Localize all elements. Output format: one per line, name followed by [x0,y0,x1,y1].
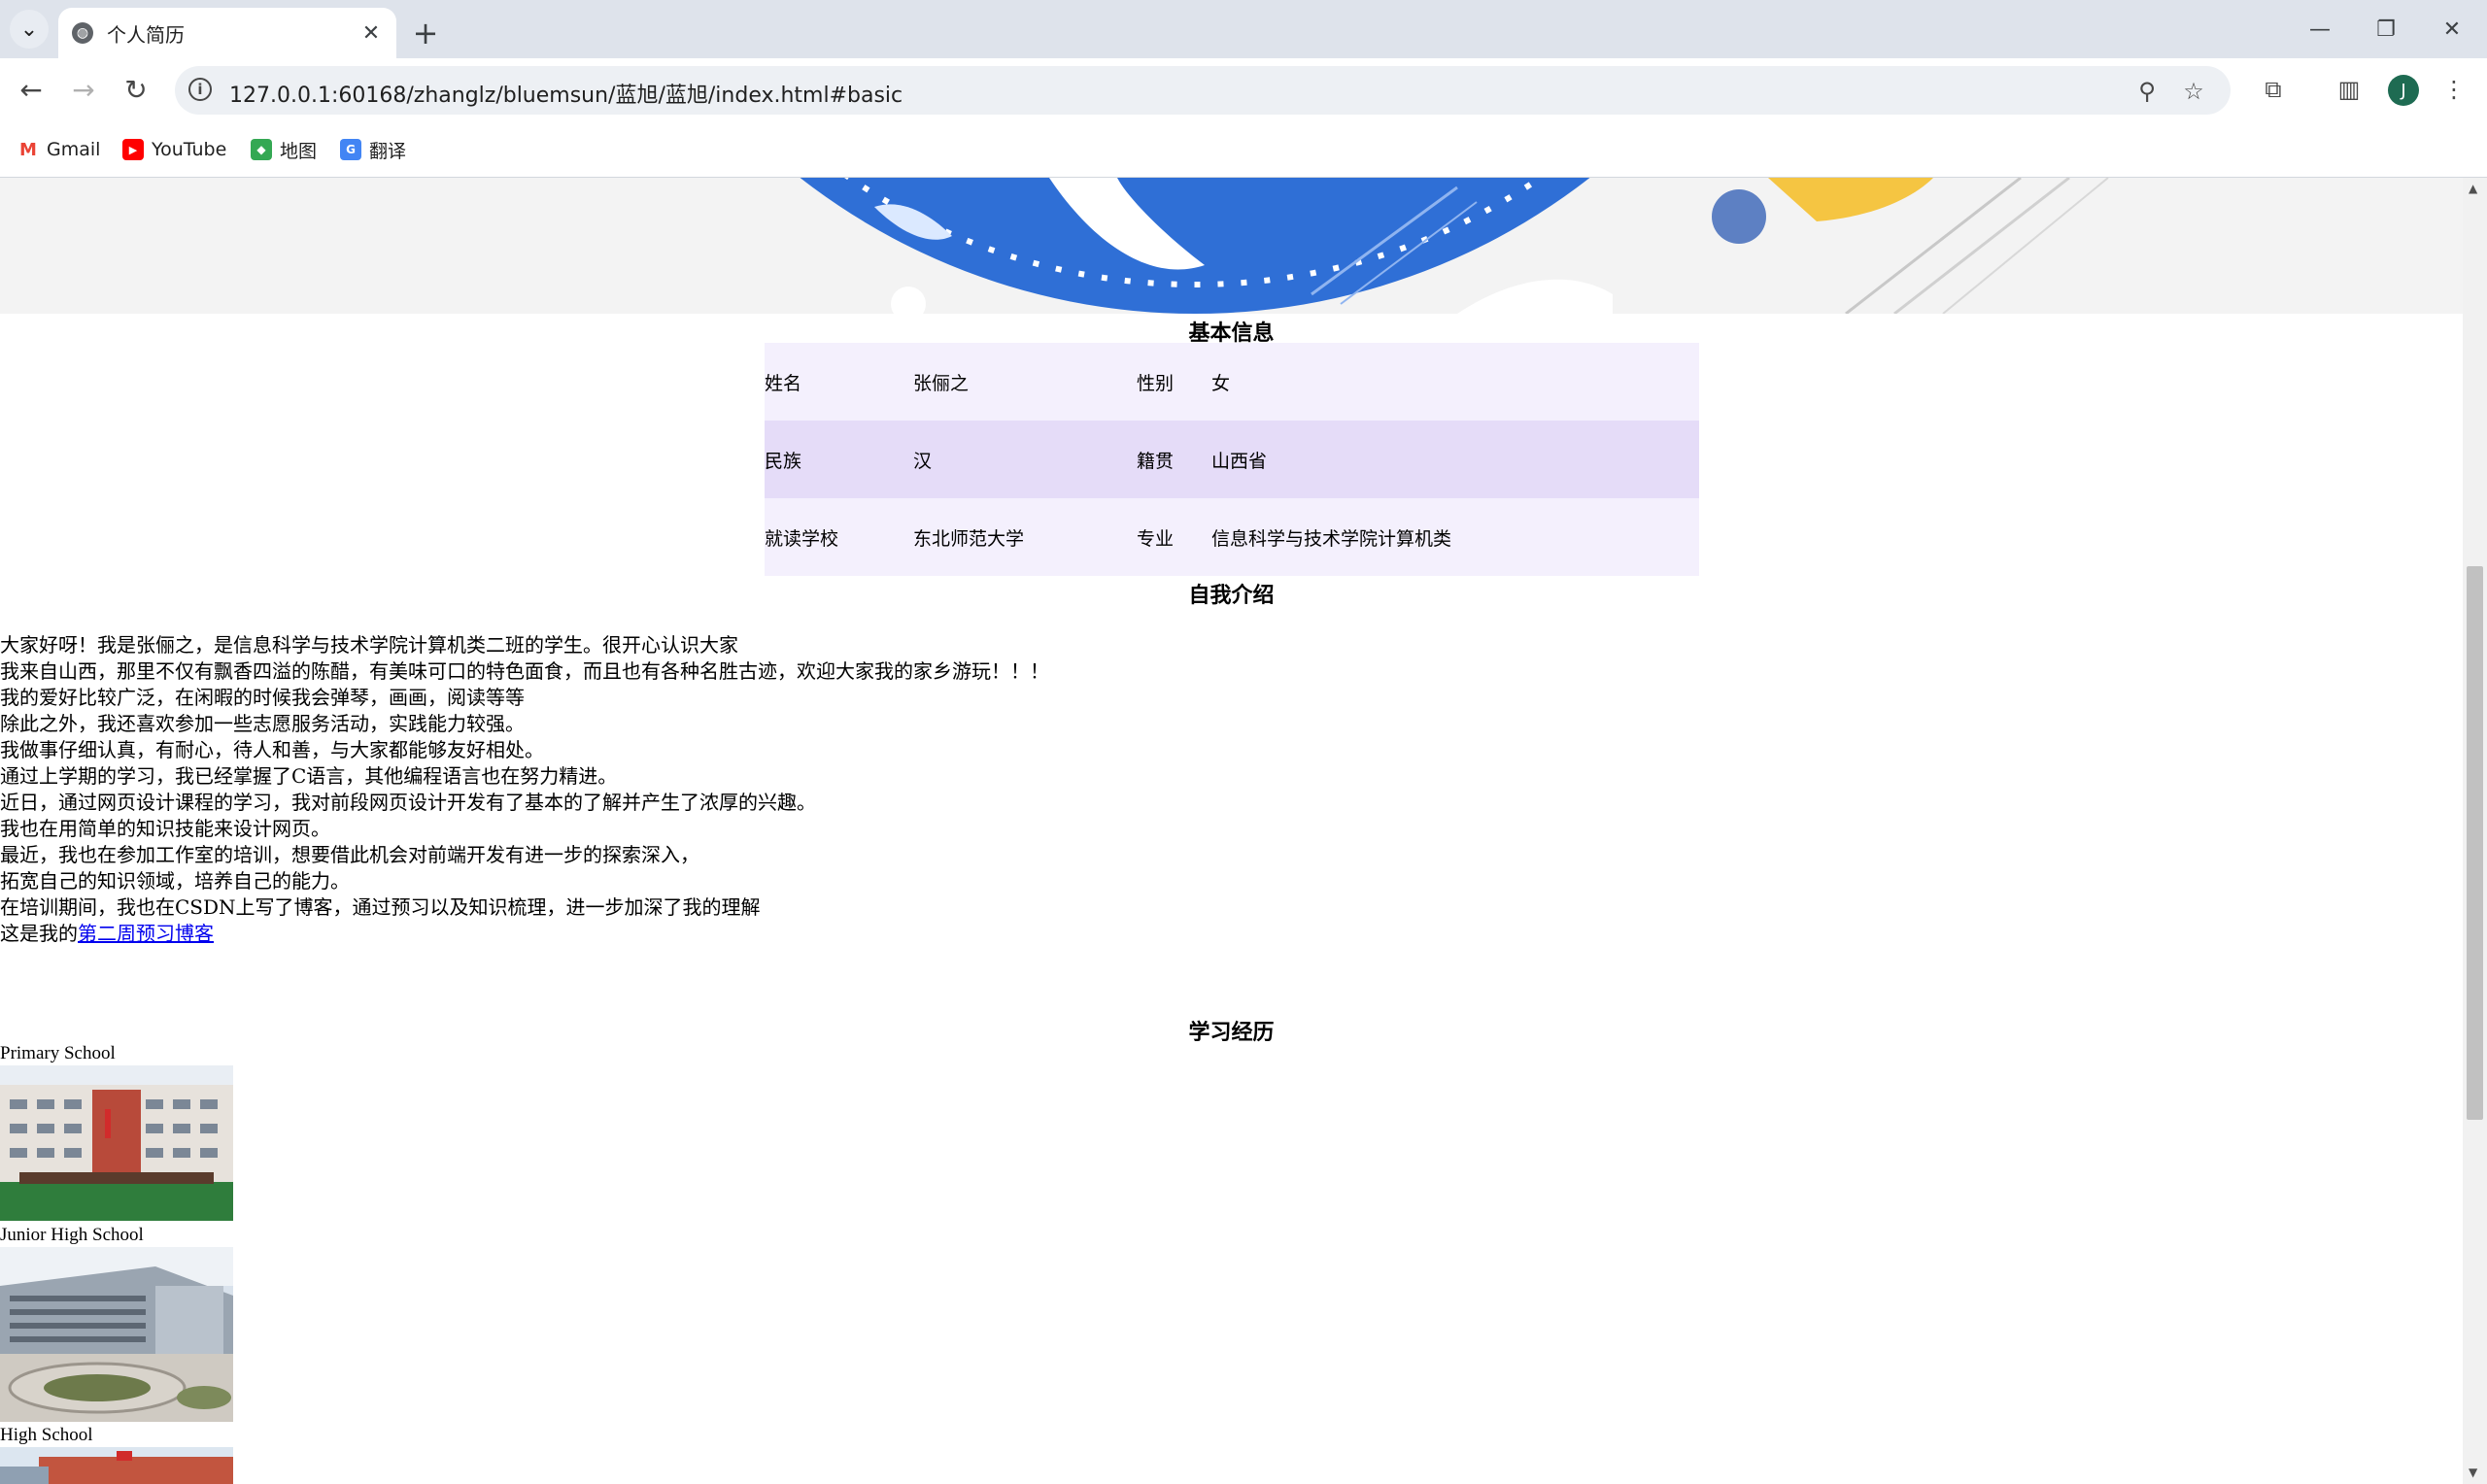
page-scrollbar[interactable]: ▲ ▼ [2463,178,2487,1484]
scrollbar-thumb[interactable] [2467,566,2483,1120]
intro-line: 除此之外，我还喜欢参加一些志愿服务活动，实践能力较强。 [0,712,525,735]
junior-high-school-photo [0,1247,233,1422]
intro-title: 自我介绍 [1188,583,1275,607]
bookmarks-bar: M Gmail ▶ YouTube ◆ 地图 G 翻译 [0,122,2487,178]
field-label: 专业 [1137,527,1175,550]
field-label: 姓名 [765,372,802,394]
youtube-icon: ▶ [122,139,144,160]
field-value: 张俪之 [913,372,970,394]
field-value: 汉 [913,450,933,472]
tab-strip: ⌄ ◍ 个人简历 ✕ + — ❐ ✕ [0,0,2487,58]
close-window-button[interactable]: ✕ [2419,0,2485,58]
zoom-icon[interactable]: ⚲ [2131,76,2163,107]
field-value: 女 [1211,372,1231,394]
school-label-junior-high: Junior High School [0,1225,144,1245]
intro-line: 最近，我也在参加工作室的培训，想要借此机会对前端开发有进一步的探索深入， [0,843,699,866]
bookmark-youtube[interactable]: ▶ YouTube [122,134,226,165]
intro-line: 通过上学期的学习，我已经掌握了C语言，其他编程语言也在努力精进。 [0,764,618,788]
site-info-icon[interactable]: i [188,78,212,101]
maps-icon: ◆ [251,139,272,160]
field-label: 民族 [765,450,802,472]
intro-line: 在培训期间，我也在CSDN上写了博客，通过预习以及知识梳理，进一步加深了我的理解 [0,895,761,919]
side-panel-icon[interactable]: ▥ [2332,72,2367,107]
back-button[interactable]: ← [10,68,52,111]
field-label: 性别 [1137,372,1175,394]
header-banner-image [0,178,2463,314]
intro-line: 我的爱好比较广泛，在闲暇的时候我会弹琴，画画，阅读等等 [0,686,525,709]
bookmark-star-icon[interactable]: ☆ [2178,76,2209,107]
address-bar[interactable]: i 127.0.0.1:60168/zhanglz/bluemsun/蓝旭/蓝旭… [175,66,2231,115]
field-label: 就读学校 [765,527,839,550]
tab-search-button[interactable]: ⌄ [10,10,49,49]
profile-avatar[interactable]: J [2388,75,2419,106]
extensions-icon[interactable]: ⧉ [2256,72,2291,107]
school-label-primary: Primary School [0,1043,116,1063]
bookmark-translate[interactable]: G 翻译 [340,134,406,165]
gmail-icon: M [17,139,39,160]
basic-info-table: 姓名 张俪之 性别 女 民族 汉 籍贯 山西省 就读学校 东北师范大学 专业 信… [765,343,1699,576]
table-row: 民族 汉 籍贯 山西省 [765,421,1699,498]
study-title: 学习经历 [1188,1020,1275,1044]
self-introduction: 大家好呀！我是张俪之，是信息科学与技术学院计算机类二班的学生。很开心认识大家 我… [0,632,1049,947]
menu-icon[interactable]: ⋮ [2436,72,2471,107]
minimize-button[interactable]: — [2287,0,2353,58]
field-value: 信息科学与技术学院计算机类 [1211,527,1452,550]
high-school-photo [0,1447,233,1484]
table-row: 姓名 张俪之 性别 女 [765,343,1699,421]
active-tab[interactable]: ◍ 个人简历 ✕ [58,8,396,58]
school-label-high: High School [0,1425,93,1445]
bookmark-gmail[interactable]: M Gmail [17,134,100,165]
table-row: 就读学校 东北师范大学 专业 信息科学与技术学院计算机类 [765,498,1699,576]
banner-graphic [0,178,2463,314]
primary-school-photo [0,1065,233,1221]
bookmark-label: YouTube [152,139,227,160]
reload-button[interactable]: ↻ [115,68,157,111]
translate-icon: G [340,139,361,160]
restore-button[interactable]: ❐ [2353,0,2419,58]
intro-line-blog: 这是我的第二周预习博客 [0,921,1049,947]
blog-link[interactable]: 第二周预习博客 [78,922,214,945]
page-viewport: 基本信息 姓名 张俪之 性别 女 民族 汉 籍贯 山西省 就读学校 东北师范大学… [0,178,2463,1484]
bookmark-label: 翻译 [369,140,407,162]
intro-line: 拓宽自己的知识领域，培养自己的能力。 [0,869,350,893]
field-label: 籍贯 [1137,450,1175,472]
url-text[interactable]: 127.0.0.1:60168/zhanglz/bluemsun/蓝旭/蓝旭/i… [229,78,903,109]
junior-high-school-graphic [0,1247,233,1422]
scroll-down-arrow-icon[interactable]: ▼ [2469,1466,2477,1479]
browser-toolbar: ← → ↻ i 127.0.0.1:60168/zhanglz/bluemsun… [0,58,2487,122]
tab-title: 个人简历 [107,22,185,47]
new-tab-button[interactable]: + [406,14,445,52]
field-value: 山西省 [1211,450,1268,472]
blog-prefix: 这是我的 [0,922,78,945]
bookmark-label: Gmail [47,139,101,160]
intro-line: 我来自山西，那里不仅有飘香四溢的陈醋，有美味可口的特色面食，而且也有各种名胜古迹… [0,659,1049,683]
intro-line: 大家好呀！我是张俪之，是信息科学与技术学院计算机类二班的学生。很开心认识大家 [0,633,738,657]
scroll-up-arrow-icon[interactable]: ▲ [2469,182,2477,195]
bookmark-label: 地图 [280,140,318,162]
field-value: 东北师范大学 [913,527,1025,550]
close-tab-icon[interactable]: ✕ [358,19,385,47]
bookmark-maps[interactable]: ◆ 地图 [251,134,317,165]
high-school-graphic [0,1447,233,1484]
intro-line: 近日，通过网页设计课程的学习，我对前段网页设计开发有了基本的了解并产生了浓厚的兴… [0,791,816,814]
primary-school-graphic [0,1065,233,1221]
forward-button[interactable]: → [62,68,105,111]
intro-line: 我做事仔细认真，有耐心，待人和善，与大家都能够友好相处。 [0,738,544,761]
intro-line: 我也在用简单的知识技能来设计网页。 [0,817,330,840]
globe-icon: ◍ [72,22,93,44]
